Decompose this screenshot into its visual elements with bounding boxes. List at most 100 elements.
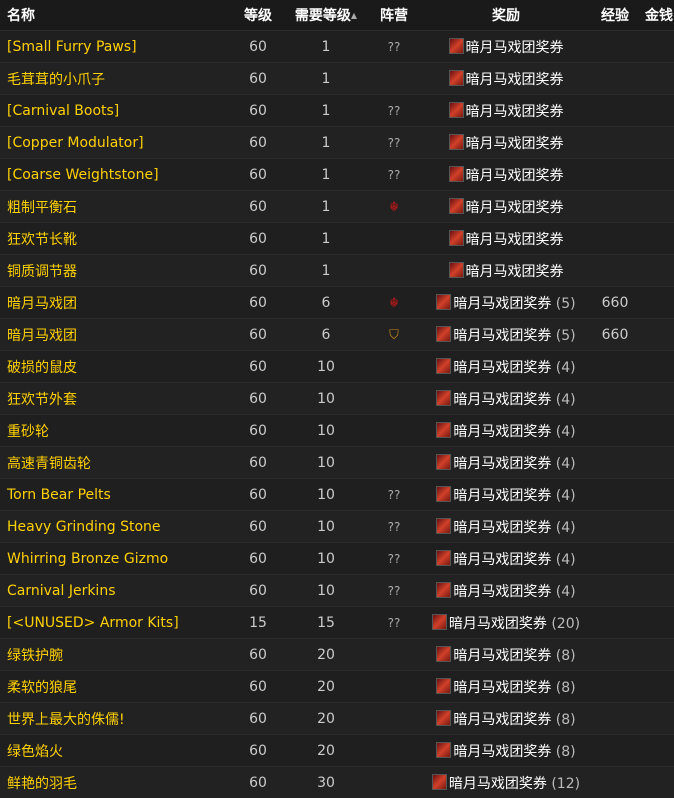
reward-link[interactable]: 暗月马戏团奖券 [466, 104, 564, 120]
table-row[interactable]: 鲜艳的羽毛 60 30 暗月马戏团奖券 (12) [0, 767, 674, 798]
quest-name-link[interactable]: Torn Bear Pelts [0, 479, 225, 511]
ticket-icon[interactable] [449, 102, 464, 118]
reward-link[interactable]: 暗月马戏团奖券 [453, 552, 551, 568]
reward-link[interactable]: 暗月马戏团奖券 [466, 72, 564, 88]
table-row[interactable]: 绿铁护腕 60 20 暗月马戏团奖券 (8) [0, 639, 674, 671]
ticket-icon[interactable] [436, 742, 451, 758]
ticket-icon[interactable] [432, 614, 447, 630]
ticket-icon[interactable] [436, 582, 451, 598]
table-row[interactable]: 暗月马戏团 60 6 ☬ 暗月马戏团奖券 (5) 660 [0, 287, 674, 319]
quest-name-link[interactable]: [Carnival Boots] [0, 95, 225, 127]
reward-link[interactable]: 暗月马戏团奖券 [453, 360, 551, 376]
quest-name-link[interactable]: 重砂轮 [0, 415, 225, 447]
ticket-icon[interactable] [449, 70, 464, 86]
reward-link[interactable]: 暗月马戏团奖券 [453, 456, 551, 472]
quest-name-link[interactable]: [Copper Modulator] [0, 127, 225, 159]
table-row[interactable]: [Small Furry Paws] 60 1 ?? 暗月马戏团奖券 [0, 31, 674, 63]
reward-link[interactable]: 暗月马戏团奖券 [449, 616, 547, 632]
quest-name-link[interactable]: [Small Furry Paws] [0, 31, 225, 63]
ticket-icon[interactable] [436, 710, 451, 726]
quest-name-link[interactable]: 鲜艳的羽毛 [0, 767, 225, 798]
ticket-icon[interactable] [436, 454, 451, 470]
ticket-icon[interactable] [449, 198, 464, 214]
table-row[interactable]: 粗制平衡石 60 1 ☬ 暗月马戏团奖券 [0, 191, 674, 223]
quest-name-link[interactable]: 暗月马戏团 [0, 287, 225, 319]
col-xp[interactable]: 经验 [585, 0, 645, 31]
reward-link[interactable]: 暗月马戏团奖券 [466, 200, 564, 216]
table-row[interactable]: 重砂轮 60 10 暗月马戏团奖券 (4) [0, 415, 674, 447]
reward-link[interactable]: 暗月马戏团奖券 [453, 488, 551, 504]
table-row[interactable]: Torn Bear Pelts 60 10 ?? 暗月马戏团奖券 (4) [0, 479, 674, 511]
reward-link[interactable]: 暗月马戏团奖券 [453, 328, 551, 344]
table-row[interactable]: 高速青铜齿轮 60 10 暗月马戏团奖券 (4) [0, 447, 674, 479]
reward-link[interactable]: 暗月马戏团奖券 [466, 40, 564, 56]
ticket-icon[interactable] [436, 646, 451, 662]
table-row[interactable]: [Copper Modulator] 60 1 ?? 暗月马戏团奖券 [0, 127, 674, 159]
ticket-icon[interactable] [449, 38, 464, 54]
quest-name-link[interactable]: 世界上最大的侏儒! [0, 703, 225, 735]
quest-name-link[interactable]: Heavy Grinding Stone [0, 511, 225, 543]
col-level[interactable]: 等级 [225, 0, 291, 31]
reward-link[interactable]: 暗月马戏团奖券 [466, 264, 564, 280]
reward-link[interactable]: 暗月马戏团奖券 [453, 424, 551, 440]
quest-name-link[interactable]: 破损的鼠皮 [0, 351, 225, 383]
col-reward[interactable]: 奖励 [427, 0, 585, 31]
ticket-icon[interactable] [436, 326, 451, 342]
reward-link[interactable]: 暗月马戏团奖券 [453, 296, 551, 312]
quest-name-link[interactable]: 绿色焰火 [0, 735, 225, 767]
quest-name-link[interactable]: Whirring Bronze Gizmo [0, 543, 225, 575]
ticket-icon[interactable] [436, 422, 451, 438]
ticket-icon[interactable] [436, 390, 451, 406]
quest-name-link[interactable]: 铜质调节器 [0, 255, 225, 287]
ticket-icon[interactable] [436, 486, 451, 502]
quest-name-link[interactable]: 狂欢节外套 [0, 383, 225, 415]
table-row[interactable]: 破损的鼠皮 60 10 暗月马戏团奖券 (4) [0, 351, 674, 383]
ticket-icon[interactable] [449, 230, 464, 246]
table-row[interactable]: Heavy Grinding Stone 60 10 ?? 暗月马戏团奖券 (4… [0, 511, 674, 543]
table-row[interactable]: [<UNUSED> Armor Kits] 15 15 ?? 暗月马戏团奖券 (… [0, 607, 674, 639]
table-row[interactable]: Whirring Bronze Gizmo 60 10 ?? 暗月马戏团奖券 (… [0, 543, 674, 575]
table-row[interactable]: [Carnival Boots] 60 1 ?? 暗月马戏团奖券 [0, 95, 674, 127]
quest-name-link[interactable]: Carnival Jerkins [0, 575, 225, 607]
ticket-icon[interactable] [449, 134, 464, 150]
quest-name-link[interactable]: 暗月马戏团 [0, 319, 225, 351]
quest-name-link[interactable]: 柔软的狼尾 [0, 671, 225, 703]
quest-name-link[interactable]: 毛茸茸的小爪子 [0, 63, 225, 95]
col-name[interactable]: 名称 [0, 0, 225, 31]
ticket-icon[interactable] [436, 358, 451, 374]
ticket-icon[interactable] [436, 678, 451, 694]
col-req-level[interactable]: 需要等级▲ [291, 0, 361, 31]
table-row[interactable]: 狂欢节长靴 60 1 暗月马戏团奖券 [0, 223, 674, 255]
table-row[interactable]: 狂欢节外套 60 10 暗月马戏团奖券 (4) [0, 383, 674, 415]
col-money[interactable]: 金钱 [645, 0, 674, 31]
table-row[interactable]: 绿色焰火 60 20 暗月马戏团奖券 (8) [0, 735, 674, 767]
table-row[interactable]: [Coarse Weightstone] 60 1 ?? 暗月马戏团奖券 [0, 159, 674, 191]
reward-link[interactable]: 暗月马戏团奖券 [466, 232, 564, 248]
ticket-icon[interactable] [449, 166, 464, 182]
reward-link[interactable]: 暗月马戏团奖券 [453, 680, 551, 696]
quest-name-link[interactable]: 高速青铜齿轮 [0, 447, 225, 479]
reward-link[interactable]: 暗月马戏团奖券 [466, 168, 564, 184]
table-row[interactable]: 柔软的狼尾 60 20 暗月马戏团奖券 (8) [0, 671, 674, 703]
table-row[interactable]: 世界上最大的侏儒! 60 20 暗月马戏团奖券 (8) [0, 703, 674, 735]
table-row[interactable]: 暗月马戏团 60 6 ⛉ 暗月马戏团奖券 (5) 660 [0, 319, 674, 351]
ticket-icon[interactable] [432, 774, 447, 790]
quest-name-link[interactable]: 绿铁护腕 [0, 639, 225, 671]
quest-name-link[interactable]: [<UNUSED> Armor Kits] [0, 607, 225, 639]
reward-link[interactable]: 暗月马戏团奖券 [453, 744, 551, 760]
reward-link[interactable]: 暗月马戏团奖券 [453, 392, 551, 408]
reward-link[interactable]: 暗月马戏团奖券 [453, 648, 551, 664]
reward-link[interactable]: 暗月马戏团奖券 [453, 520, 551, 536]
ticket-icon[interactable] [436, 294, 451, 310]
reward-link[interactable]: 暗月马戏团奖券 [449, 776, 547, 792]
reward-link[interactable]: 暗月马戏团奖券 [453, 584, 551, 600]
quest-name-link[interactable]: 粗制平衡石 [0, 191, 225, 223]
quest-name-link[interactable]: [Coarse Weightstone] [0, 159, 225, 191]
quest-name-link[interactable]: 狂欢节长靴 [0, 223, 225, 255]
ticket-icon[interactable] [449, 262, 464, 278]
table-row[interactable]: 铜质调节器 60 1 暗月马戏团奖券 [0, 255, 674, 287]
ticket-icon[interactable] [436, 550, 451, 566]
reward-link[interactable]: 暗月马戏团奖券 [466, 136, 564, 152]
table-row[interactable]: Carnival Jerkins 60 10 ?? 暗月马戏团奖券 (4) [0, 575, 674, 607]
col-side[interactable]: 阵营 [361, 0, 427, 31]
